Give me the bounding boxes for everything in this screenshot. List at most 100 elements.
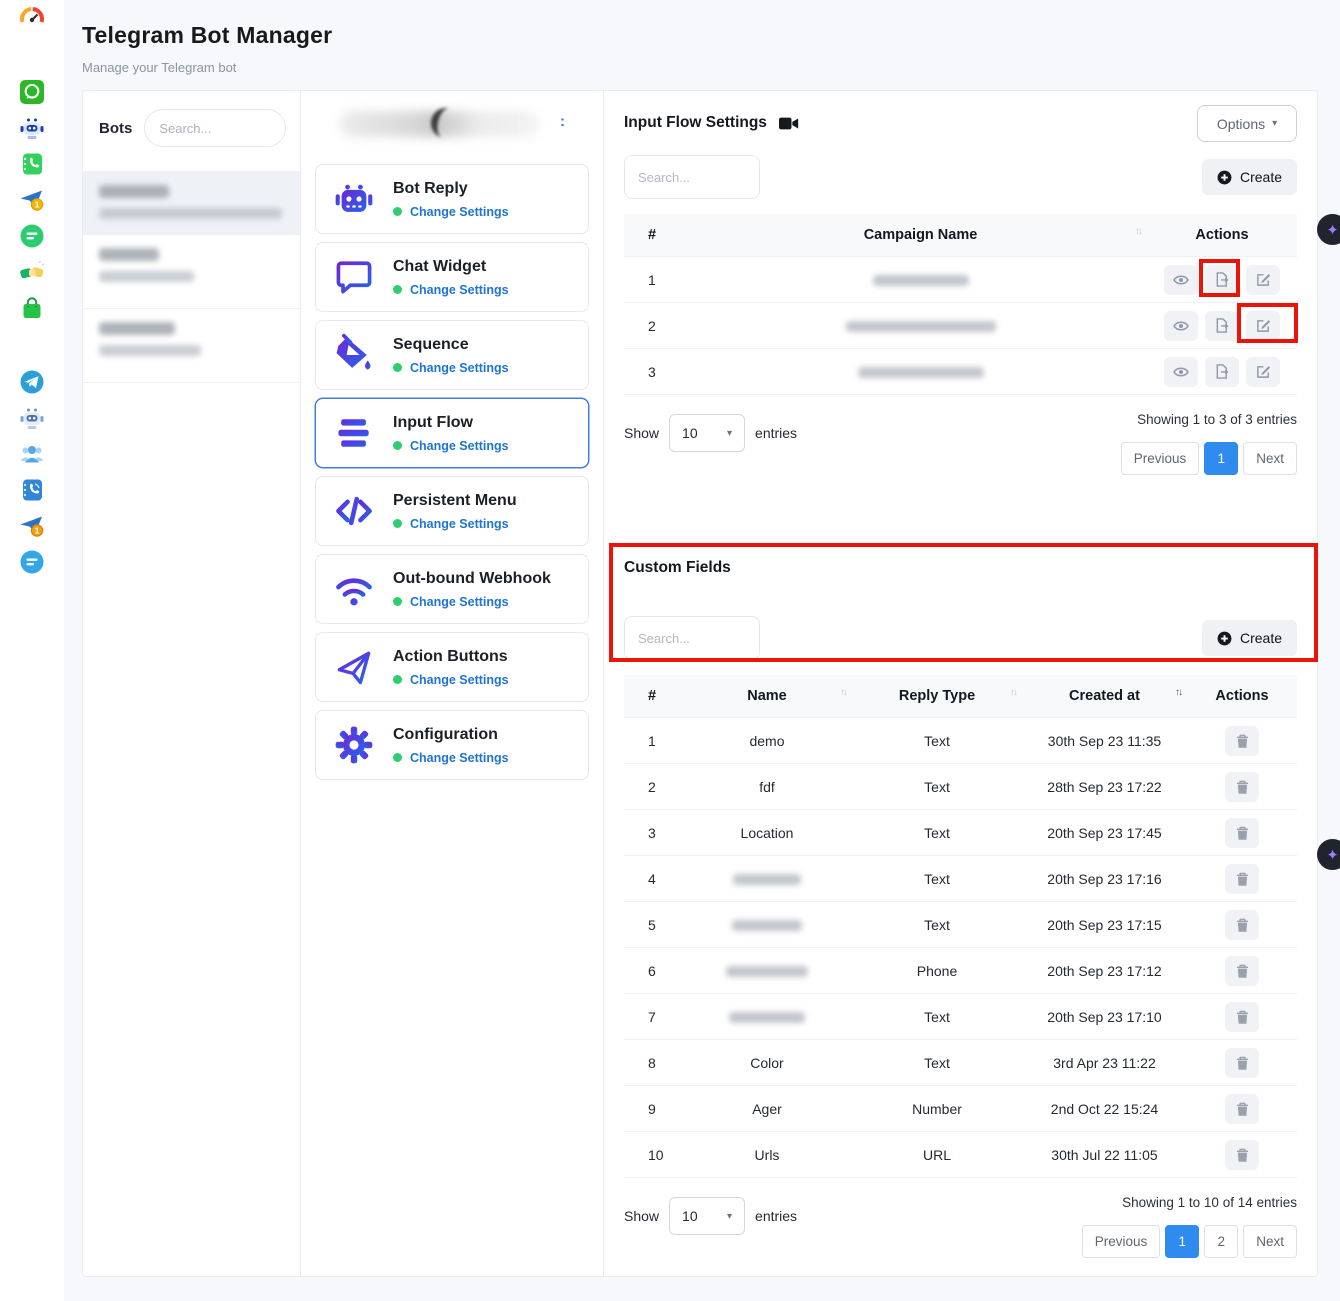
telegram-icon[interactable] xyxy=(19,369,45,395)
next-page-button[interactable]: Next xyxy=(1243,1225,1297,1258)
delete-button[interactable] xyxy=(1225,910,1259,940)
speed-test-icon[interactable] xyxy=(19,6,45,32)
phone-book-blue-icon[interactable] xyxy=(19,477,45,503)
edit-icon xyxy=(1256,318,1271,333)
sort-icon[interactable]: ↑↓ xyxy=(1175,687,1181,698)
change-settings-link[interactable]: Change Settings xyxy=(410,283,509,297)
view-button[interactable] xyxy=(1164,265,1198,295)
ai-assistant-button[interactable]: ✦ xyxy=(1317,214,1340,245)
change-settings-link[interactable]: Change Settings xyxy=(410,361,509,375)
bot-list-item[interactable] xyxy=(83,308,300,382)
export-button[interactable] xyxy=(1205,311,1239,341)
setting-card-sequence[interactable]: Sequence Change Settings xyxy=(315,320,589,390)
group-icon[interactable] xyxy=(19,441,45,467)
ai-assistant-button[interactable]: ✦ xyxy=(1317,839,1340,870)
created-at: 2nd Oct 22 15:24 xyxy=(1022,1086,1187,1132)
column-header: Created at↑↓ xyxy=(1022,675,1187,718)
bot-name-redacted xyxy=(99,185,169,198)
delete-button[interactable] xyxy=(1225,1140,1259,1170)
delete-button[interactable] xyxy=(1225,818,1259,848)
sort-icon[interactable]: ↑↓ xyxy=(1010,687,1016,698)
chat-bubble-blue-icon[interactable] xyxy=(19,549,45,575)
previous-page-button[interactable]: Previous xyxy=(1121,442,1200,475)
change-settings-link[interactable]: Change Settings xyxy=(410,595,509,609)
robot-blue-icon[interactable] xyxy=(19,405,45,431)
page-number-button[interactable]: 2 xyxy=(1204,1225,1238,1258)
row-number: 2 xyxy=(624,303,694,349)
setting-card-persistent-menu[interactable]: Persistent Menu Change Settings xyxy=(315,476,589,546)
edit-button[interactable] xyxy=(1246,265,1280,295)
entries-per-page-select[interactable]: 10 ▾ xyxy=(669,1197,745,1235)
options-label: Options xyxy=(1217,116,1265,132)
change-settings-link[interactable]: Change Settings xyxy=(410,205,509,219)
edit-button[interactable] xyxy=(1246,311,1280,341)
pagination: Previous 1 Next xyxy=(1121,442,1297,475)
created-at: 20th Sep 23 17:12 xyxy=(1022,948,1187,994)
view-button[interactable] xyxy=(1164,311,1198,341)
setting-card-chat-widget[interactable]: Chat Widget Change Settings xyxy=(315,242,589,312)
bots-search-input[interactable] xyxy=(144,109,286,147)
delete-button[interactable] xyxy=(1225,956,1259,986)
sort-icon[interactable]: ↑↓ xyxy=(1135,226,1141,237)
edit-button[interactable] xyxy=(1246,357,1280,387)
created-at: 20th Sep 23 17:16 xyxy=(1022,856,1187,902)
options-button[interactable]: Options ▾ xyxy=(1197,105,1297,142)
page-subtitle: Manage your Telegram bot xyxy=(82,60,1340,75)
change-settings-link[interactable]: Change Settings xyxy=(410,439,509,453)
custom-fields-create-button[interactable]: Create xyxy=(1202,620,1297,656)
setting-card-action-buttons[interactable]: Action Buttons Change Settings xyxy=(315,632,589,702)
field-name-redacted xyxy=(733,874,801,885)
delete-button[interactable] xyxy=(1225,726,1259,756)
page-number-button[interactable]: 1 xyxy=(1165,1225,1199,1258)
change-settings-link[interactable]: Change Settings xyxy=(410,751,509,765)
delete-button[interactable] xyxy=(1225,864,1259,894)
row-number: 1 xyxy=(624,718,682,764)
row-number: 4 xyxy=(624,856,682,902)
export-button[interactable] xyxy=(1205,357,1239,387)
bot-list-item[interactable] xyxy=(83,171,300,234)
input-flow-icon xyxy=(332,411,376,455)
entries-per-page-select[interactable]: 10 ▾ xyxy=(669,414,745,452)
custom-fields-table: # Name↑↓ Reply Type↑↓ Created at↑↓ Actio… xyxy=(624,675,1297,1178)
plus-circle-icon xyxy=(1217,170,1232,185)
setting-card-outbound-webhook[interactable]: Out-bound Webhook Change Settings xyxy=(315,554,589,624)
chat-bubble-green-icon[interactable] xyxy=(19,223,45,249)
eye-icon xyxy=(1173,274,1189,286)
robot-icon[interactable] xyxy=(19,115,45,141)
export-button[interactable] xyxy=(1205,265,1239,295)
custom-fields-search-input[interactable] xyxy=(624,616,760,660)
table-row: 2 fdf Text 28th Sep 23 17:22 xyxy=(624,764,1297,810)
setting-card-configuration[interactable]: Configuration Change Settings xyxy=(315,710,589,780)
phone-contacts-icon[interactable] xyxy=(19,151,45,177)
entries-label: entries xyxy=(755,425,797,441)
view-button[interactable] xyxy=(1164,357,1198,387)
campaign-name-redacted xyxy=(873,275,969,286)
setting-card-bot-reply[interactable]: Bot Reply Change Settings xyxy=(315,164,589,234)
shopping-bag-icon[interactable] xyxy=(19,295,45,321)
setting-card-input-flow[interactable]: Input Flow Change Settings xyxy=(315,398,589,468)
table-row: 1 demo Text 30th Sep 23 11:35 xyxy=(624,718,1297,764)
chevron-down-icon: ▾ xyxy=(1272,118,1277,129)
sort-icon[interactable]: ↑↓ xyxy=(840,687,846,698)
delete-button[interactable] xyxy=(1225,772,1259,802)
telegram-coin-icon[interactable]: 1 xyxy=(19,187,45,213)
trash-icon xyxy=(1236,780,1249,794)
video-camera-icon[interactable] xyxy=(779,116,799,131)
page-number-button[interactable]: 1 xyxy=(1204,442,1238,475)
delete-button[interactable] xyxy=(1225,1048,1259,1078)
telegram-badge-icon[interactable]: 1 xyxy=(19,513,45,539)
flow-search-input[interactable] xyxy=(624,155,760,199)
delete-button[interactable] xyxy=(1225,1002,1259,1032)
persistent-menu-icon xyxy=(332,489,376,533)
status-dot xyxy=(393,675,402,684)
handshake-icon[interactable] xyxy=(19,259,45,285)
flow-create-button[interactable]: Create xyxy=(1202,159,1297,195)
previous-page-button[interactable]: Previous xyxy=(1082,1225,1161,1258)
next-page-button[interactable]: Next xyxy=(1243,442,1297,475)
whatsapp-icon[interactable] xyxy=(19,79,45,105)
column-header: Actions xyxy=(1187,675,1297,718)
change-settings-link[interactable]: Change Settings xyxy=(410,673,509,687)
change-settings-link[interactable]: Change Settings xyxy=(410,517,509,531)
bot-list-item[interactable] xyxy=(83,234,300,308)
delete-button[interactable] xyxy=(1225,1094,1259,1124)
